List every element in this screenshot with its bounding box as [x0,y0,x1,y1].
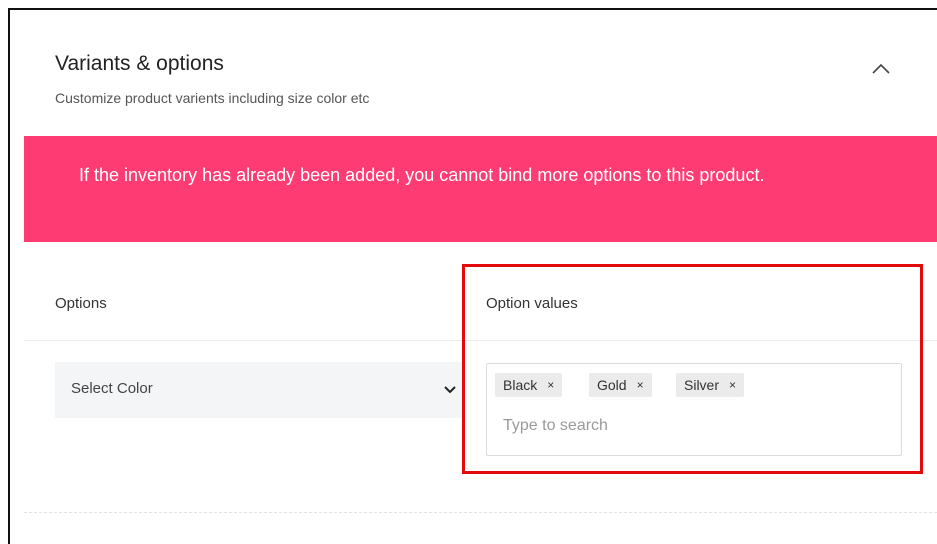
section-title: Variants & options [55,52,224,75]
options-column-label: Options [55,295,107,312]
highlight-box [462,264,923,474]
option-select-value: Select Color [71,380,153,397]
inventory-alert-text: If the inventory has already been added,… [79,165,765,185]
chevron-down-icon [444,386,456,394]
chevron-up-icon[interactable] [868,58,894,78]
option-select[interactable]: Select Color [55,362,465,418]
section-subtitle: Customize product varients including siz… [55,90,370,106]
divider [24,512,937,513]
